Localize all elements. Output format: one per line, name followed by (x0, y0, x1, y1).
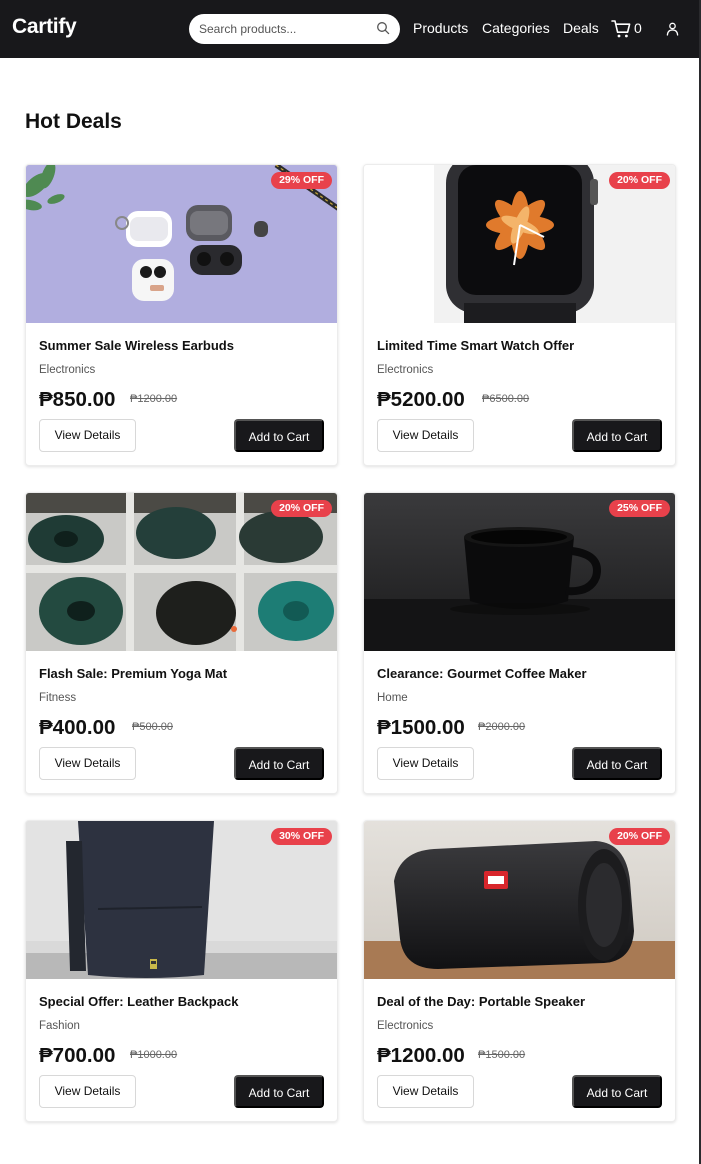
product-category: Electronics (377, 364, 434, 376)
original-price: ₱1500.00 (478, 1049, 526, 1061)
sale-price: ₱1200.00 (377, 1044, 465, 1067)
view-details-button[interactable]: View Details (377, 747, 474, 780)
product-category: Electronics (39, 364, 96, 376)
add-to-cart-button[interactable]: Add to Cart (234, 1075, 324, 1108)
product-category: Fitness (39, 692, 77, 704)
product-title[interactable]: Limited Time Smart Watch Offer (377, 338, 574, 353)
section-title: Hot Deals (25, 110, 122, 133)
sale-price: ₱1500.00 (377, 716, 465, 739)
view-details-button[interactable]: View Details (377, 1075, 474, 1108)
product-image[interactable]: 30% OFF (26, 821, 337, 979)
deal-card: 20% OFF Deal of the Day: Portable Speake… (363, 820, 676, 1122)
shopping-cart-icon[interactable] (611, 19, 632, 39)
product-category: Home (377, 692, 408, 704)
sale-price: ₱700.00 (39, 1044, 116, 1067)
product-title[interactable]: Clearance: Gourmet Coffee Maker (377, 666, 587, 681)
search-icon[interactable] (376, 21, 390, 35)
add-to-cart-button[interactable]: Add to Cart (234, 747, 324, 780)
product-title[interactable]: Special Offer: Leather Backpack (39, 994, 238, 1009)
discount-badge: 25% OFF (609, 500, 670, 517)
product-image[interactable]: 20% OFF (364, 821, 675, 979)
deal-card: 20% OFF Flash Sale: Premium Yoga Mat Fit… (25, 492, 338, 794)
deal-card: 29% OFF Summer Sale Wireless Earbuds Ele… (25, 164, 338, 466)
brand-logo[interactable]: Cartify (12, 15, 77, 39)
deal-card: 20% OFF Limited Time Smart Watch Offer E… (363, 164, 676, 466)
discount-badge: 30% OFF (271, 828, 332, 845)
product-image[interactable]: 25% OFF (364, 493, 675, 651)
add-to-cart-button[interactable]: Add to Cart (234, 419, 324, 452)
product-image[interactable]: 29% OFF (26, 165, 337, 323)
user-icon[interactable] (666, 22, 679, 36)
product-category: Fashion (39, 1020, 80, 1032)
view-details-button[interactable]: View Details (39, 1075, 136, 1108)
nav-deals-link[interactable]: Deals (563, 20, 599, 36)
view-details-button[interactable]: View Details (39, 419, 136, 452)
top-navbar: Cartify Products Categories Deals 0 (0, 0, 699, 58)
product-title[interactable]: Summer Sale Wireless Earbuds (39, 338, 234, 353)
view-details-button[interactable]: View Details (39, 747, 136, 780)
cart-count[interactable]: 0 (634, 20, 642, 36)
add-to-cart-button[interactable]: Add to Cart (572, 419, 662, 452)
product-category: Electronics (377, 1020, 434, 1032)
product-image[interactable]: 20% OFF (364, 165, 675, 323)
original-price: ₱1000.00 (130, 1049, 178, 1061)
original-price: ₱1200.00 (130, 393, 178, 405)
product-image[interactable]: 20% OFF (26, 493, 337, 651)
sale-price: ₱850.00 (39, 388, 116, 411)
product-title[interactable]: Deal of the Day: Portable Speaker (377, 994, 585, 1009)
discount-badge: 29% OFF (271, 172, 332, 189)
add-to-cart-button[interactable]: Add to Cart (572, 1075, 662, 1108)
search-input[interactable] (199, 20, 371, 38)
original-price: ₱6500.00 (482, 393, 530, 405)
add-to-cart-button[interactable]: Add to Cart (572, 747, 662, 780)
search-bar (189, 14, 400, 44)
sale-price: ₱5200.00 (377, 388, 465, 411)
original-price: ₱2000.00 (478, 721, 526, 733)
deal-card: 25% OFF Clearance: Gourmet Coffee Maker … (363, 492, 676, 794)
view-details-button[interactable]: View Details (377, 419, 474, 452)
nav-categories-link[interactable]: Categories (482, 20, 550, 36)
deal-card: 30% OFF Special Offer: Leather Backpack … (25, 820, 338, 1122)
original-price: ₱500.00 (132, 721, 173, 733)
discount-badge: 20% OFF (609, 172, 670, 189)
discount-badge: 20% OFF (271, 500, 332, 517)
sale-price: ₱400.00 (39, 716, 116, 739)
product-title[interactable]: Flash Sale: Premium Yoga Mat (39, 666, 227, 681)
nav-products-link[interactable]: Products (413, 20, 468, 36)
discount-badge: 20% OFF (609, 828, 670, 845)
